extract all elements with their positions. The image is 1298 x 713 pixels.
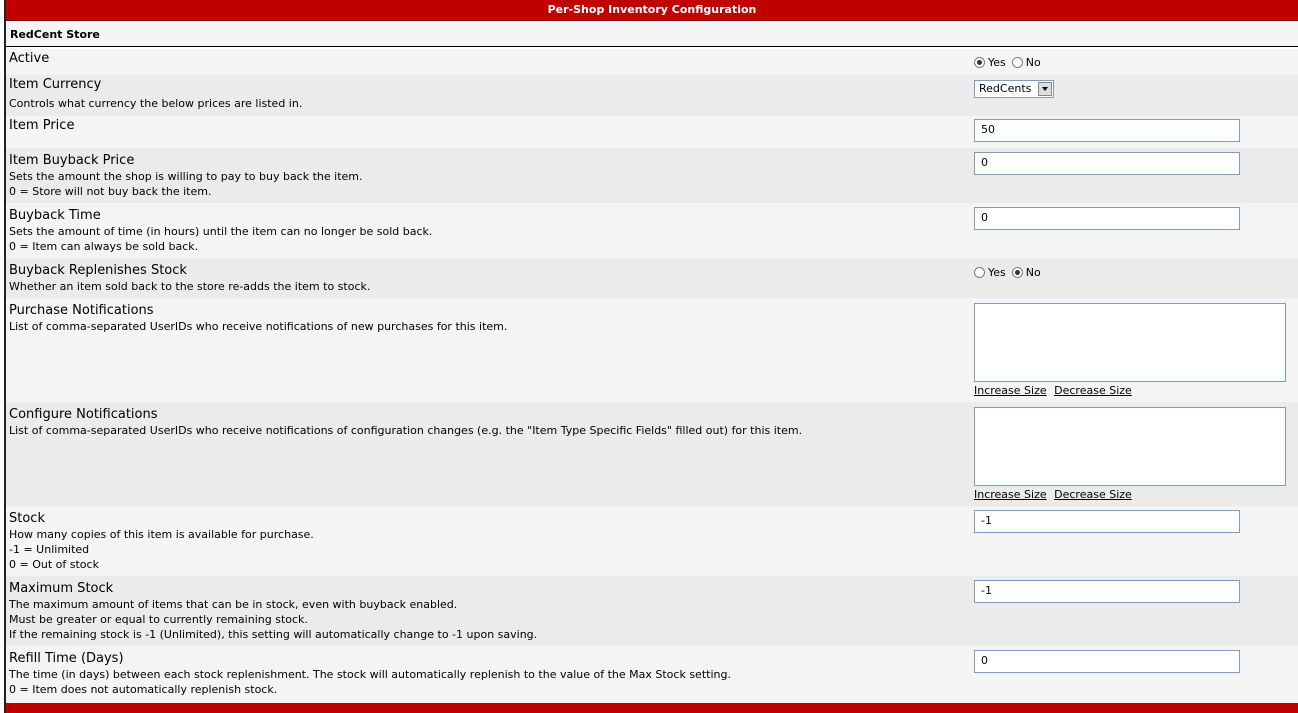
maximum-stock-description: The maximum amount of items that can be … <box>9 597 537 642</box>
refill-desc-line1: The time (in days) between each stock re… <box>9 668 731 681</box>
item-price-label: Item Price <box>9 118 75 133</box>
currency-select-value: RedCents <box>979 82 1032 95</box>
active-yes-radio[interactable] <box>974 57 985 68</box>
active-yes-label[interactable]: Yes <box>988 56 1006 69</box>
purchase-notifications-label: Purchase Notifications <box>9 303 154 318</box>
maximum-stock-label: Maximum Stock <box>9 581 114 596</box>
configure-increase-size-link[interactable]: Increase Size <box>974 488 1047 501</box>
max-stock-desc-line3: If the remaining stock is -1 (Unlimited)… <box>9 628 538 641</box>
replenish-no-label[interactable]: No <box>1026 266 1041 279</box>
maximum-stock-input[interactable]: -1 <box>974 580 1240 603</box>
row-buyback-replenish: Buyback Replenishes Stock Whether an ite… <box>6 258 1298 298</box>
active-label: Active <box>9 51 50 66</box>
stock-input[interactable]: -1 <box>974 510 1240 533</box>
replenish-yes-label[interactable]: Yes <box>988 266 1006 279</box>
max-stock-desc-line1: The maximum amount of items that can be … <box>9 598 458 611</box>
stock-description: How many copies of this item is availabl… <box>9 527 314 572</box>
purchase-increase-size-link[interactable]: Increase Size <box>974 384 1047 397</box>
purchase-decrease-size-link[interactable]: Decrease Size <box>1054 384 1132 397</box>
chevron-down-icon[interactable] <box>1038 82 1052 96</box>
panel-header: Per-Shop Inventory Configuration <box>6 0 1298 21</box>
row-buyback-price: Item Buyback Price Sets the amount the s… <box>6 148 1298 203</box>
buyback-price-desc-line1: Sets the amount the shop is willing to p… <box>9 170 363 183</box>
refill-time-input[interactable]: 0 <box>974 650 1240 673</box>
active-no-label[interactable]: No <box>1026 56 1041 69</box>
stock-desc-line1: How many copies of this item is availabl… <box>9 528 314 541</box>
currency-label: Item Currency <box>9 77 102 92</box>
item-price-input[interactable]: 50 <box>974 119 1240 142</box>
currency-description: Controls what currency the below prices … <box>9 97 303 110</box>
configure-decrease-size-link[interactable]: Decrease Size <box>1054 488 1132 501</box>
buyback-time-description: Sets the amount of time (in hours) until… <box>9 224 432 254</box>
buyback-price-label: Item Buyback Price <box>9 153 135 168</box>
buyback-time-input[interactable]: 0 <box>974 207 1240 230</box>
buyback-time-desc-line2: 0 = Item can always be sold back. <box>9 240 199 253</box>
replenish-no-radio[interactable] <box>1011 267 1023 278</box>
row-refill-time: Refill Time (Days) The time (in days) be… <box>6 646 1298 703</box>
configure-notifications-description: List of comma-separated UserIDs who rece… <box>9 424 803 437</box>
refill-time-description: The time (in days) between each stock re… <box>9 667 731 697</box>
purchase-notifications-size-links: Increase Size Decrease Size <box>974 384 1136 397</box>
stock-desc-line2: -1 = Unlimited <box>9 543 90 556</box>
currency-select[interactable]: RedCents <box>974 80 1054 98</box>
row-active: Active Yes No <box>6 49 1298 75</box>
stock-desc-line3: 0 = Out of stock <box>9 558 99 571</box>
configure-notifications-label: Configure Notifications <box>9 407 158 422</box>
replenish-yes-radio[interactable] <box>974 267 985 278</box>
stock-label: Stock <box>9 511 45 526</box>
buyback-replenish-radio-group: Yes No <box>974 266 1047 279</box>
buyback-price-desc-line2: 0 = Store will not buy back the item. <box>9 185 212 198</box>
active-no-radio[interactable] <box>1011 57 1023 68</box>
buyback-replenish-label: Buyback Replenishes Stock <box>9 263 187 278</box>
row-buyback-time: Buyback Time Sets the amount of time (in… <box>6 203 1298 258</box>
row-maximum-stock: Maximum Stock The maximum amount of item… <box>6 576 1298 646</box>
buyback-price-description: Sets the amount the shop is willing to p… <box>9 169 363 199</box>
row-configure-notifications: Configure Notifications List of comma-se… <box>6 402 1298 506</box>
config-panel: Per-Shop Inventory Configuration RedCent… <box>6 0 1298 713</box>
buyback-price-input[interactable]: 0 <box>974 152 1240 175</box>
configure-notifications-textarea[interactable] <box>974 407 1286 486</box>
purchase-notifications-description: List of comma-separated UserIDs who rece… <box>9 320 508 333</box>
buyback-time-label: Buyback Time <box>9 208 101 223</box>
store-name: RedCent Store <box>6 22 1298 47</box>
buyback-time-desc-line1: Sets the amount of time (in hours) until… <box>9 225 433 238</box>
next-section-header <box>6 703 1298 713</box>
refill-desc-line2: 0 = Item does not automatically replenis… <box>9 683 278 696</box>
max-stock-desc-line2: Must be greater or equal to currently re… <box>9 613 308 626</box>
configure-notifications-size-links: Increase Size Decrease Size <box>974 488 1136 501</box>
refill-time-label: Refill Time (Days) <box>9 651 124 666</box>
active-radio-group: Yes No <box>974 56 1047 69</box>
row-item-price: Item Price 50 <box>6 116 1298 148</box>
buyback-replenish-description: Whether an item sold back to the store r… <box>9 280 371 293</box>
row-currency: Item Currency Controls what currency the… <box>6 75 1298 116</box>
purchase-notifications-textarea[interactable] <box>974 303 1286 382</box>
row-stock: Stock How many copies of this item is av… <box>6 506 1298 576</box>
row-purchase-notifications: Purchase Notifications List of comma-sep… <box>6 298 1298 402</box>
